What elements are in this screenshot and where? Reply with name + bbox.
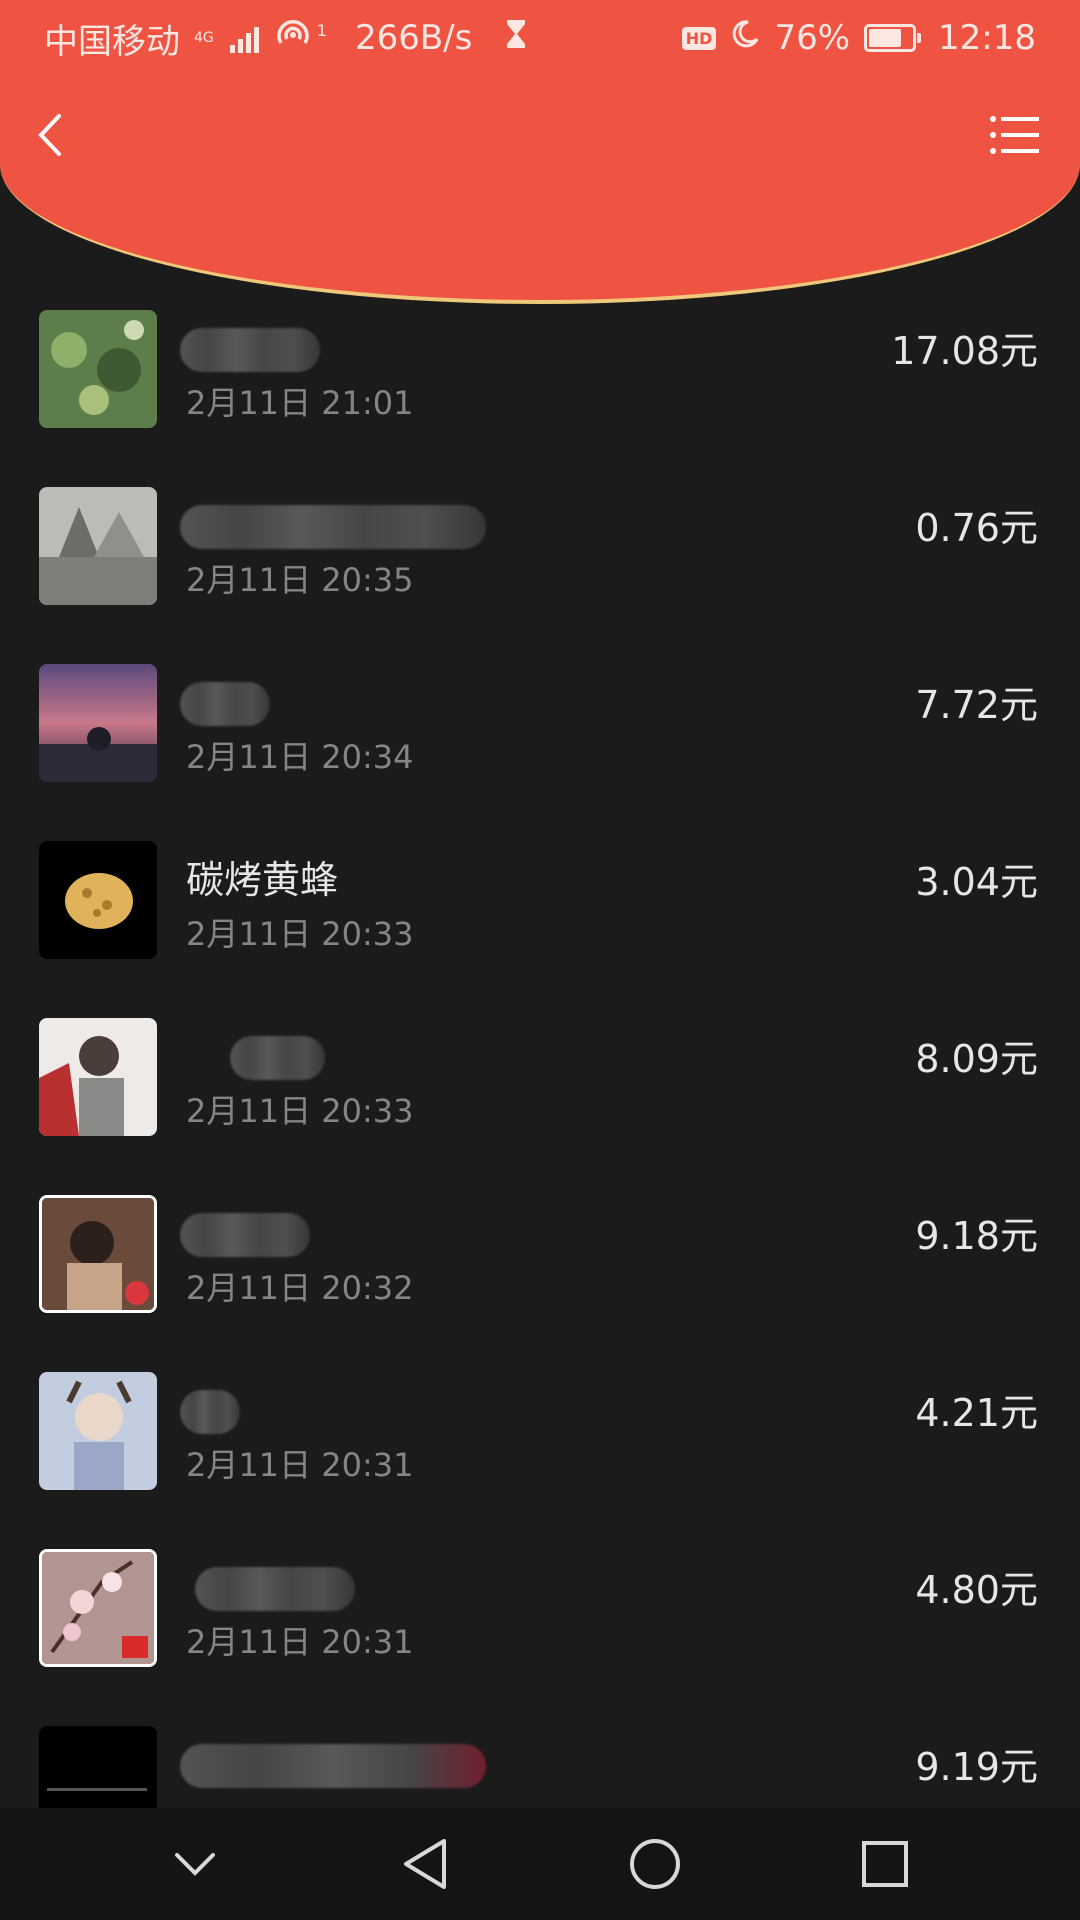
record-amount: 4.80元	[915, 1568, 1038, 1612]
record-amount: 3.04元	[915, 860, 1038, 904]
list-item[interactable]: 碳烤黄蜂 2月11日 20:33 3.04元	[0, 831, 1080, 1008]
list-item[interactable]: 2月11日 20:32 9.18元	[0, 1185, 1080, 1362]
name-redacted	[180, 682, 270, 726]
list-item[interactable]: 2月11日 20:35 0.76元	[0, 477, 1080, 654]
square-recent-icon	[862, 1841, 908, 1887]
nav-home-button[interactable]	[615, 1824, 695, 1904]
nav-collapse-button[interactable]	[155, 1824, 235, 1904]
record-name: 碳烤黄蜂	[186, 858, 339, 902]
record-amount: 4.21元	[915, 1391, 1038, 1435]
name-redacted	[180, 1744, 486, 1788]
network-gen-label: 4G	[194, 30, 214, 46]
record-time: 2月11日 21:01	[186, 384, 414, 422]
record-time: 2月11日 20:31	[186, 1446, 414, 1484]
hourglass-icon	[504, 18, 528, 59]
chevron-down-icon	[175, 1853, 215, 1876]
record-time: 2月11日 20:33	[186, 1092, 414, 1130]
back-button[interactable]	[14, 100, 84, 170]
record-time: 2月11日 20:34	[186, 738, 414, 776]
nav-recent-button[interactable]	[845, 1824, 925, 1904]
hotspot-badge: 1	[316, 20, 327, 40]
name-redacted	[180, 328, 320, 372]
clock-label: 12:18	[938, 18, 1036, 58]
record-amount: 8.09元	[915, 1037, 1038, 1081]
record-amount: 9.19元	[915, 1745, 1038, 1789]
record-time: 2月11日 20:35	[186, 561, 414, 599]
nav-back-button[interactable]	[385, 1824, 465, 1904]
name-redacted	[180, 1390, 240, 1434]
list-item[interactable]: 2月11日 20:31 4.21元	[0, 1362, 1080, 1539]
battery-icon	[864, 24, 922, 52]
hotspot-icon	[273, 17, 313, 60]
avatar	[39, 487, 157, 605]
carrier-label: 中国移动	[44, 21, 180, 62]
avatar	[39, 310, 157, 428]
record-amount: 9.18元	[915, 1214, 1038, 1258]
list-menu-icon	[990, 116, 1039, 154]
list-item[interactable]: 2月11日 20:33 8.09元	[0, 1008, 1080, 1185]
list-item[interactable]: 2月11日 20:34 7.72元	[0, 654, 1080, 831]
record-time: 2月11日 20:33	[186, 915, 414, 953]
list-item[interactable]: 2月11日 20:31 4.80元	[0, 1539, 1080, 1716]
circle-home-icon	[630, 1839, 680, 1889]
status-bar: 中国移动 4G 1 266B/s HD 76% 12:18	[0, 0, 1080, 76]
record-time: 2月11日 20:31	[186, 1623, 414, 1661]
list-item[interactable]: 2月11日 21:01 17.08元	[0, 300, 1080, 477]
signal-icon	[229, 23, 259, 53]
menu-button[interactable]	[980, 100, 1050, 170]
system-nav-bar	[0, 1808, 1080, 1920]
battery-percent-label: 76%	[774, 18, 851, 58]
avatar	[39, 664, 157, 782]
hd-badge: HD	[681, 26, 717, 50]
moon-icon	[730, 18, 760, 58]
header-banner: 中国移动 4G 1 266B/s HD 76% 12:18	[0, 0, 1080, 304]
name-redacted	[180, 1213, 310, 1257]
triangle-back-icon	[404, 1839, 446, 1889]
avatar	[39, 1195, 157, 1313]
record-amount: 0.76元	[915, 506, 1038, 550]
record-time: 2月11日 20:32	[186, 1269, 414, 1307]
name-redacted	[195, 1567, 355, 1611]
name-redacted	[180, 505, 486, 549]
chevron-left-icon	[38, 114, 61, 156]
record-amount: 7.72元	[915, 683, 1038, 727]
avatar	[39, 1549, 157, 1667]
record-amount: 17.08元	[891, 329, 1038, 373]
name-redacted	[230, 1036, 325, 1080]
avatar	[39, 1018, 157, 1136]
avatar	[39, 1372, 157, 1490]
network-speed-label: 266B/s	[354, 18, 473, 58]
avatar	[39, 841, 157, 959]
